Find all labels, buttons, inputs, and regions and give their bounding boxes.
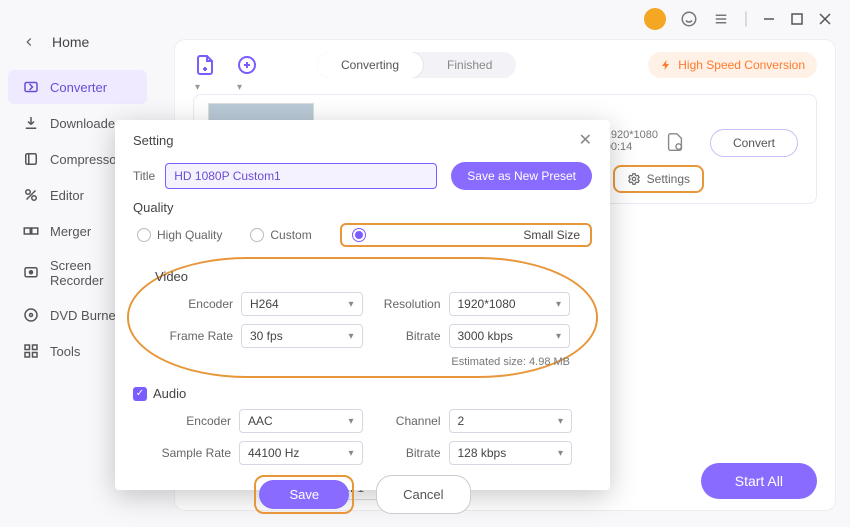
minimize-icon[interactable] bbox=[762, 12, 776, 26]
support-icon[interactable] bbox=[680, 10, 698, 28]
add-file-button[interactable]: ▾ bbox=[193, 53, 217, 77]
editor-icon bbox=[22, 186, 40, 204]
high-speed-badge[interactable]: High Speed Conversion bbox=[648, 52, 817, 78]
video-framerate-select[interactable]: 30 fps▾ bbox=[241, 324, 363, 348]
downloader-icon bbox=[22, 114, 40, 132]
sidebar-item-converter[interactable]: Converter bbox=[8, 70, 147, 104]
audio-samplerate-select[interactable]: 44100 Hz▾ bbox=[239, 441, 363, 465]
modal-title: Setting bbox=[133, 133, 173, 148]
sidebar-item-label: DVD Burner bbox=[50, 308, 120, 323]
merger-icon bbox=[22, 222, 40, 240]
audio-checkbox[interactable]: ✓ bbox=[133, 387, 147, 401]
recorder-icon bbox=[22, 264, 40, 282]
add-dvd-button[interactable]: ▾ bbox=[235, 53, 259, 77]
maximize-icon[interactable] bbox=[790, 12, 804, 26]
close-icon[interactable] bbox=[818, 12, 832, 26]
tab-converting[interactable]: Converting bbox=[317, 52, 423, 78]
quality-high-radio[interactable]: High Quality bbox=[137, 228, 222, 242]
home-label[interactable]: Home bbox=[52, 34, 89, 50]
audio-bitrate-select[interactable]: 128 kbps▾ bbox=[449, 441, 573, 465]
quality-label: Quality bbox=[133, 200, 592, 215]
quality-custom-radio[interactable]: Custom bbox=[250, 228, 311, 242]
dvd-icon bbox=[22, 306, 40, 324]
video-group: Video EncoderH264▾ Resolution1920*1080▾ … bbox=[127, 257, 598, 378]
sidebar-item-label: Converter bbox=[50, 80, 107, 95]
audio-channel-select[interactable]: 2▾ bbox=[449, 409, 573, 433]
settings-modal: Setting ✕ Title Save as New Preset Quali… bbox=[115, 120, 610, 490]
bolt-icon bbox=[660, 59, 672, 71]
audio-header: Audio bbox=[153, 386, 186, 401]
gear-icon bbox=[627, 172, 641, 186]
settings-button[interactable]: Settings bbox=[613, 165, 704, 193]
save-button[interactable]: Save bbox=[259, 480, 349, 509]
tools-icon bbox=[22, 342, 40, 360]
save-preset-button[interactable]: Save as New Preset bbox=[451, 162, 592, 190]
menu-icon[interactable] bbox=[712, 10, 730, 28]
video-resolution-select[interactable]: 1920*1080▾ bbox=[449, 292, 571, 316]
quality-small-radio[interactable]: Small Size bbox=[340, 223, 592, 247]
output-format-icon[interactable] bbox=[664, 131, 686, 153]
file-duration: 00:14 bbox=[605, 141, 658, 153]
video-bitrate-select[interactable]: 3000 kbps▾ bbox=[449, 324, 571, 348]
sidebar-item-label: Editor bbox=[50, 188, 84, 203]
sidebar-item-label: Downloader bbox=[50, 116, 119, 131]
audio-group: ✓ Audio EncoderAAC▾ Channel2▾ Sample Rat… bbox=[133, 386, 592, 465]
title-label: Title bbox=[133, 169, 155, 183]
modal-close-icon[interactable]: ✕ bbox=[579, 130, 592, 150]
file-resolution: 1920*1080 bbox=[605, 129, 658, 141]
title-input[interactable] bbox=[165, 163, 437, 189]
tab-finished[interactable]: Finished bbox=[423, 52, 516, 78]
estimated-size: Estimated size: 4.98 MB bbox=[155, 356, 570, 368]
compressor-icon bbox=[22, 150, 40, 168]
sidebar-item-label: Compressor bbox=[50, 152, 121, 167]
converter-icon bbox=[22, 78, 40, 96]
convert-button[interactable]: Convert bbox=[710, 129, 798, 157]
cancel-button[interactable]: Cancel bbox=[376, 475, 470, 514]
avatar[interactable] bbox=[644, 8, 666, 30]
sidebar-item-label: Merger bbox=[50, 224, 91, 239]
start-all-button[interactable]: Start All bbox=[701, 463, 817, 499]
video-header: Video bbox=[155, 269, 570, 284]
video-encoder-select[interactable]: H264▾ bbox=[241, 292, 363, 316]
tabs: Converting Finished bbox=[317, 52, 516, 78]
audio-encoder-select[interactable]: AAC▾ bbox=[239, 409, 363, 433]
back-icon[interactable] bbox=[22, 35, 36, 49]
sidebar-item-label: Tools bbox=[50, 344, 80, 359]
